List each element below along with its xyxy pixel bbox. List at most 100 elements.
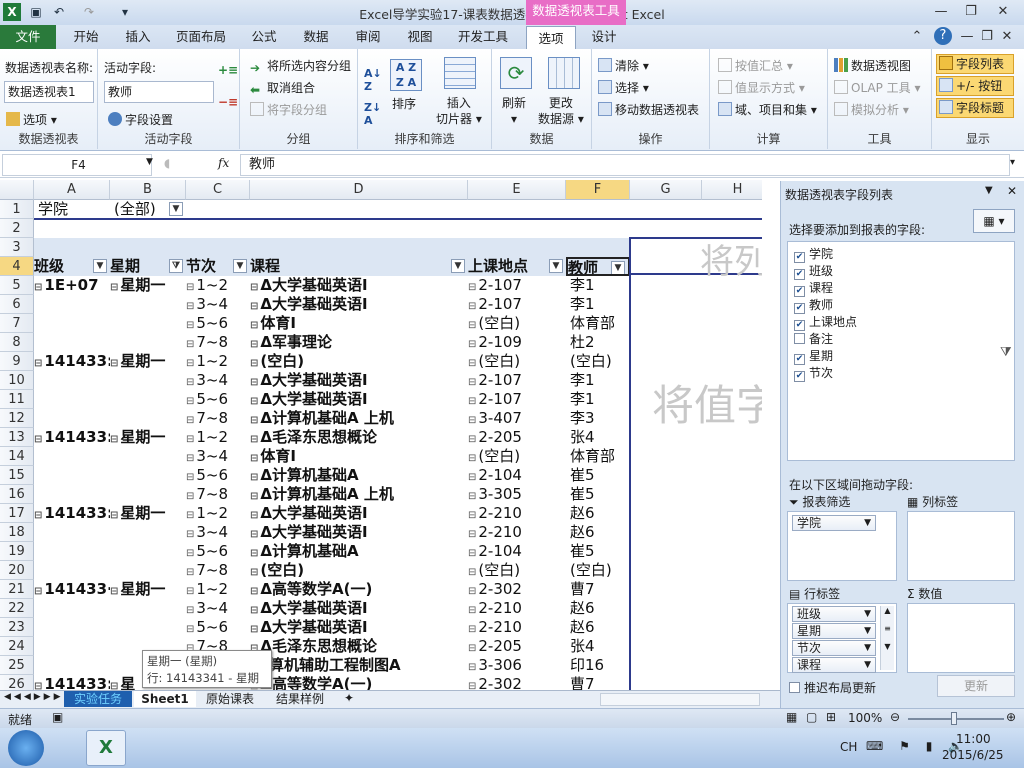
- cell-f4[interactable]: 教师 ▼: [566, 257, 630, 276]
- cell-e14[interactable]: ⊟ (空白): [468, 447, 566, 466]
- name-box[interactable]: F4: [2, 154, 152, 176]
- filter-dropdown-icon[interactable]: ▼: [233, 259, 247, 273]
- insert-function-icon[interactable]: fx: [218, 156, 229, 170]
- field-list-toggle[interactable]: 字段列表: [936, 54, 1014, 74]
- cell-d1[interactable]: [250, 200, 468, 219]
- row-header[interactable]: 2: [0, 219, 34, 238]
- field-settings-button[interactable]: 字段设置: [108, 111, 173, 128]
- cell-c1[interactable]: [186, 200, 250, 219]
- collapse-toggle-icon[interactable]: ⊟: [250, 415, 258, 426]
- collapse-toggle-icon[interactable]: ⊟: [250, 282, 258, 293]
- normal-view-icon[interactable]: ▦: [786, 710, 797, 724]
- collapse-toggle-icon[interactable]: ⊟: [250, 434, 258, 445]
- cell-b8[interactable]: [110, 333, 186, 352]
- cell-a26[interactable]: ⊟ 141433:: [34, 675, 110, 690]
- row-header[interactable]: 10: [0, 371, 34, 390]
- collapse-toggle-icon[interactable]: ⊟: [468, 415, 476, 426]
- cell-c9[interactable]: ⊟ 1~2: [186, 352, 250, 371]
- tab-page-layout[interactable]: 页面布局: [170, 25, 232, 49]
- cell-a25[interactable]: [34, 656, 110, 675]
- cell-d12[interactable]: ⊟ Δ计算机基础A 上机: [250, 409, 468, 428]
- cell-c22[interactable]: ⊟ 3~4: [186, 599, 250, 618]
- collapse-toggle-icon[interactable]: ⊟: [250, 358, 258, 369]
- select-all-corner[interactable]: [0, 180, 34, 200]
- collapse-toggle-icon[interactable]: ⊟: [468, 624, 476, 635]
- row-header[interactable]: 24: [0, 637, 34, 656]
- cell-e22[interactable]: ⊟ 2-210: [468, 599, 566, 618]
- expand-formula-icon[interactable]: ▾: [1010, 157, 1015, 168]
- cell-e26[interactable]: ⊟ 2-302: [468, 675, 566, 690]
- cell-f10[interactable]: 李1: [566, 371, 630, 390]
- zoom-out-icon[interactable]: ⊖: [890, 710, 900, 724]
- cell-d24[interactable]: ⊟ Δ毛泽东思想概论: [250, 637, 468, 656]
- cell-b14[interactable]: [110, 447, 186, 466]
- cell-a14[interactable]: [34, 447, 110, 466]
- help-icon[interactable]: ?: [934, 27, 952, 45]
- cell-f23[interactable]: 赵6: [566, 618, 630, 637]
- row-header[interactable]: 5: [0, 276, 34, 295]
- tab-insert[interactable]: 插入: [118, 25, 158, 49]
- row-chip[interactable]: 节次 ▼: [792, 640, 876, 656]
- plus-minus-toggle[interactable]: +/- 按钮: [936, 76, 1014, 96]
- cell-f17[interactable]: 赵6: [566, 504, 630, 523]
- cell-c10[interactable]: ⊟ 3~4: [186, 371, 250, 390]
- options-button[interactable]: 选项 ▾: [6, 111, 57, 128]
- start-button-icon[interactable]: [8, 730, 44, 766]
- cell-b17[interactable]: ⊟ 星期一: [110, 504, 186, 523]
- collapse-toggle-icon[interactable]: ⊟: [34, 434, 42, 445]
- name-box-dropdown-icon[interactable]: ▼: [146, 157, 153, 167]
- collapse-toggle-icon[interactable]: ⊟: [186, 491, 194, 502]
- collapse-toggle-icon[interactable]: ⊟: [34, 358, 42, 369]
- sheet-tab-example[interactable]: 结果样例: [266, 691, 334, 707]
- sort-desc-icon[interactable]: Z↓ A: [364, 101, 381, 127]
- collapse-toggle-icon[interactable]: ⊟: [34, 282, 42, 293]
- collapse-toggle-icon[interactable]: ⊟: [468, 453, 476, 464]
- collapse-toggle-icon[interactable]: ⊟: [468, 320, 476, 331]
- cell-e13[interactable]: ⊟ 2-205: [468, 428, 566, 447]
- cell-a5[interactable]: ⊟ 1E+07: [34, 276, 110, 295]
- cell-f24[interactable]: 张4: [566, 637, 630, 656]
- column-header-c[interactable]: C: [186, 180, 250, 200]
- collapse-toggle-icon[interactable]: ⊟: [250, 339, 258, 350]
- collapse-toggle-icon[interactable]: ⊟: [186, 567, 194, 578]
- field-item[interactable]: ✔ 班级: [794, 263, 833, 280]
- cell-d23[interactable]: ⊟ Δ大学基础英语Ⅰ: [250, 618, 468, 637]
- field-item[interactable]: ✔ 星期: [794, 348, 833, 365]
- checked-checkbox-icon[interactable]: ✔: [794, 320, 805, 331]
- cell-d3[interactable]: [250, 238, 468, 257]
- cell-b16[interactable]: [110, 485, 186, 504]
- checked-checkbox-icon[interactable]: ✔: [794, 269, 805, 280]
- zoom-slider-thumb[interactable]: [951, 712, 957, 725]
- cell-f26[interactable]: 曹7: [566, 675, 630, 690]
- collapse-toggle-icon[interactable]: ⊟: [250, 491, 258, 502]
- cell-b20[interactable]: [110, 561, 186, 580]
- values-area[interactable]: [907, 603, 1015, 673]
- cell-e8[interactable]: ⊟ 2-109: [468, 333, 566, 352]
- cell-c19[interactable]: ⊟ 5~6: [186, 542, 250, 561]
- collapse-toggle-icon[interactable]: ⊟: [468, 472, 476, 483]
- collapse-toggle-icon[interactable]: ⊟: [250, 567, 258, 578]
- column-header-a[interactable]: A: [34, 180, 110, 200]
- expand-field-icon[interactable]: +≡: [218, 63, 238, 77]
- row-labels-area[interactable]: 班级 ▼ 星期 ▼ 节次 ▼ 课程 ▼ ▲ ≡ ▼: [787, 603, 897, 673]
- cell-b11[interactable]: [110, 390, 186, 409]
- cell-a15[interactable]: [34, 466, 110, 485]
- cell-e7[interactable]: ⊟ (空白): [468, 314, 566, 333]
- tab-formulas[interactable]: 公式: [244, 25, 284, 49]
- collapse-toggle-icon[interactable]: ⊟: [250, 396, 258, 407]
- cell-e9[interactable]: ⊟ (空白): [468, 352, 566, 371]
- cell-a21[interactable]: ⊟ 141433·: [34, 580, 110, 599]
- cell-f11[interactable]: 李1: [566, 390, 630, 409]
- cell-c13[interactable]: ⊟ 1~2: [186, 428, 250, 447]
- column-labels-area[interactable]: [907, 511, 1015, 581]
- refresh-button[interactable]: 刷新 ▾: [502, 95, 526, 127]
- cell-e24[interactable]: ⊟ 2-205: [468, 637, 566, 656]
- cell-e6[interactable]: ⊟ 2-107: [468, 295, 566, 314]
- checked-checkbox-icon[interactable]: ✔: [794, 286, 805, 297]
- cell-d15[interactable]: ⊟ Δ计算机基础A: [250, 466, 468, 485]
- cell-f13[interactable]: 张4: [566, 428, 630, 447]
- collapse-toggle-icon[interactable]: ⊟: [468, 396, 476, 407]
- pivot-chart-button[interactable]: 数据透视图: [834, 57, 911, 74]
- sheet-tab-sheet1[interactable]: Sheet1: [134, 691, 196, 707]
- sheet-tab-original[interactable]: 原始课表: [198, 691, 262, 707]
